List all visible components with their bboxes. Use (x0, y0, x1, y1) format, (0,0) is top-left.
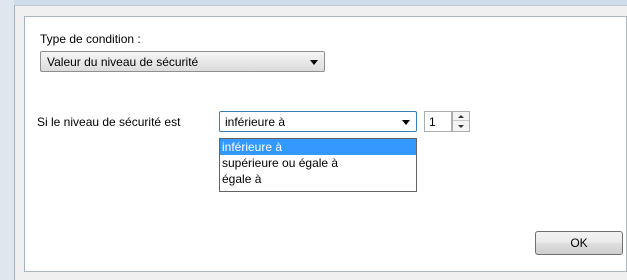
security-level-stepper[interactable] (452, 111, 470, 132)
window-frame-left (0, 0, 14, 280)
chevron-down-icon (402, 120, 410, 125)
ok-button[interactable]: OK (535, 231, 623, 255)
security-level-value-input[interactable]: 1 (424, 111, 452, 132)
operator-option[interactable]: égale à (220, 171, 416, 187)
operator-option[interactable]: supérieure ou égale à (220, 155, 416, 171)
condition-type-select[interactable]: Valeur du niveau de sécurité (40, 51, 325, 72)
spin-up-icon (458, 115, 464, 118)
operator-option[interactable]: inférieure à (220, 139, 416, 155)
condition-type-label: Type de condition : (40, 32, 141, 46)
security-level-label: Si le niveau de sécurité est (37, 115, 181, 129)
spin-down-button[interactable] (453, 122, 469, 131)
security-level-value: 1 (429, 115, 436, 129)
operator-value: inférieure à (225, 115, 286, 129)
spin-down-icon (458, 125, 464, 128)
spin-up-button[interactable] (453, 112, 469, 121)
condition-type-value: Valeur du niveau de sécurité (47, 55, 199, 69)
operator-dropdown-list: inférieure à supérieure ou égale à égale… (219, 138, 417, 192)
operator-select[interactable]: inférieure à (219, 111, 417, 132)
chevron-down-icon (310, 60, 318, 65)
